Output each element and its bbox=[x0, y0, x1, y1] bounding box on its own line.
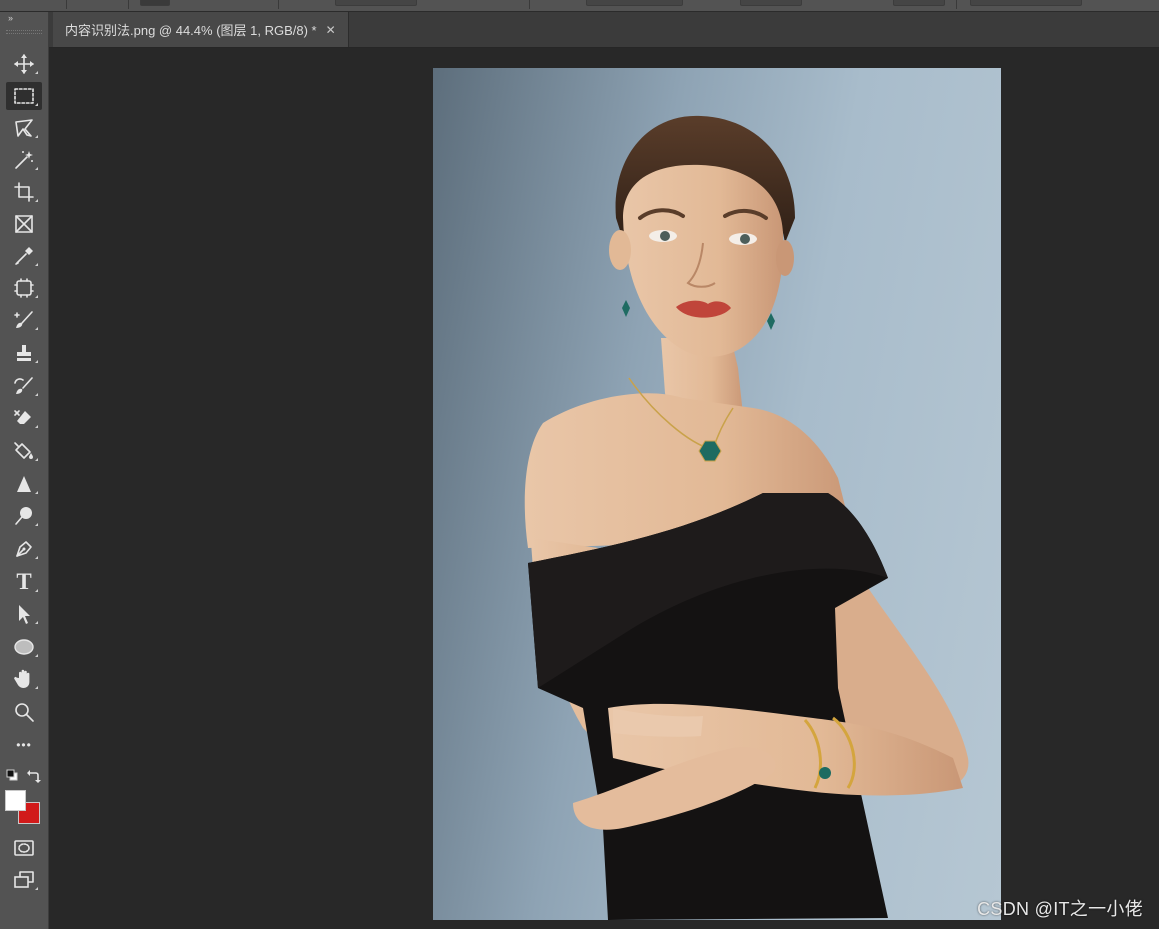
type-icon: T bbox=[16, 569, 32, 594]
magic-wand-icon bbox=[15, 151, 33, 169]
foreground-color-swatch[interactable] bbox=[5, 790, 26, 811]
tool-flyout-indicator bbox=[35, 167, 38, 170]
document-tab[interactable]: 内容识别法.png @ 44.4% (图层 1, RGB/8) * ✕ bbox=[53, 12, 349, 47]
zoom-icon bbox=[15, 703, 34, 722]
options-field[interactable] bbox=[893, 0, 945, 6]
paint-bucket-tool[interactable] bbox=[6, 437, 42, 465]
spot-healing-tool[interactable] bbox=[6, 274, 42, 302]
blur-tool[interactable] bbox=[6, 470, 42, 498]
portrait-photo bbox=[524, 115, 969, 920]
dodge-icon bbox=[15, 507, 32, 525]
tool-flyout-indicator bbox=[35, 327, 38, 330]
options-field[interactable] bbox=[586, 0, 683, 6]
tool-flyout-indicator bbox=[35, 556, 38, 559]
arrow-icon bbox=[19, 605, 30, 624]
clone-stamp-tool[interactable] bbox=[6, 339, 42, 367]
eraser-tool[interactable] bbox=[6, 404, 42, 432]
blur-drop-icon bbox=[17, 476, 31, 492]
path-selection-tool[interactable] bbox=[6, 600, 42, 628]
lasso-tool[interactable] bbox=[6, 114, 42, 142]
rectangular-marquee-tool[interactable] bbox=[6, 82, 42, 110]
move-tool[interactable] bbox=[6, 50, 42, 78]
eraser-icon bbox=[14, 410, 31, 424]
history-brush-tool[interactable] bbox=[6, 372, 42, 400]
tool-flyout-indicator bbox=[35, 360, 38, 363]
tool-flyout-indicator bbox=[35, 621, 38, 624]
options-bar bbox=[0, 0, 1159, 12]
tool-flyout-indicator bbox=[35, 393, 38, 396]
quick-mask-button[interactable] bbox=[6, 834, 42, 862]
pen-tool[interactable] bbox=[6, 535, 42, 563]
tool-flyout-indicator bbox=[35, 887, 38, 890]
crop-tool[interactable] bbox=[6, 178, 42, 206]
document-tab-title: 内容识别法.png @ 44.4% (图层 1, RGB/8) * bbox=[65, 23, 317, 38]
zoom-tool[interactable] bbox=[6, 698, 42, 726]
paint-bucket-icon bbox=[14, 442, 33, 459]
tool-flyout-indicator bbox=[35, 523, 38, 526]
stamp-icon bbox=[17, 345, 31, 361]
photoshop-window: ›› T ••• 内容识别法.png @ 44.4% (图层 1, RGB/8)… bbox=[0, 0, 1159, 929]
lasso-icon bbox=[15, 119, 33, 137]
options-separator bbox=[529, 0, 530, 9]
tool-flyout-indicator bbox=[35, 491, 38, 494]
crop-icon bbox=[14, 182, 34, 202]
collapse-toolbar-icon[interactable]: ›› bbox=[8, 14, 13, 23]
tool-flyout-indicator bbox=[35, 686, 38, 689]
healing-patch-icon bbox=[14, 278, 34, 298]
tool-flyout-indicator bbox=[35, 199, 38, 202]
options-separator bbox=[128, 0, 129, 9]
screen-mode-button[interactable] bbox=[6, 866, 42, 894]
dodge-tool[interactable] bbox=[6, 502, 42, 530]
type-tool[interactable]: T bbox=[6, 568, 42, 596]
eyedropper-tool[interactable] bbox=[6, 242, 42, 270]
toolbar-grip[interactable] bbox=[6, 30, 42, 34]
ellipse-icon bbox=[14, 639, 34, 655]
magic-wand-tool[interactable] bbox=[6, 146, 42, 174]
ellipse-tool[interactable] bbox=[6, 633, 42, 661]
marquee-icon bbox=[14, 88, 34, 104]
options-separator bbox=[66, 0, 67, 9]
canvas-area[interactable]: CSDN @IT之一小佬 bbox=[49, 48, 1159, 929]
tool-flyout-indicator bbox=[35, 71, 38, 74]
tool-flyout-indicator bbox=[35, 103, 38, 106]
edit-toolbar[interactable]: ••• bbox=[6, 731, 42, 759]
pen-icon bbox=[16, 541, 32, 557]
tool-flyout-indicator bbox=[35, 458, 38, 461]
options-field[interactable] bbox=[740, 0, 802, 6]
frame-icon bbox=[15, 215, 33, 233]
frame-tool[interactable] bbox=[6, 210, 42, 238]
eyedropper-icon bbox=[15, 247, 33, 265]
tool-flyout-indicator bbox=[35, 654, 38, 657]
tools-panel: ›› T ••• bbox=[0, 12, 49, 929]
quick-mask-icon bbox=[14, 840, 34, 856]
more-icon: ••• bbox=[16, 738, 32, 752]
tool-flyout-indicator bbox=[35, 425, 38, 428]
default-colors-icon[interactable] bbox=[6, 769, 18, 781]
tool-flyout-indicator bbox=[35, 135, 38, 138]
screen-mode-icon bbox=[14, 871, 34, 888]
brush-icon bbox=[14, 311, 33, 328]
document-tab-bar: 内容识别法.png @ 44.4% (图层 1, RGB/8) * ✕ bbox=[49, 12, 1159, 48]
swap-colors-icon[interactable] bbox=[27, 769, 41, 783]
options-field[interactable] bbox=[970, 0, 1082, 6]
tool-flyout-indicator bbox=[35, 263, 38, 266]
watermark: CSDN @IT之一小佬 bbox=[977, 899, 1143, 919]
options-separator bbox=[956, 0, 957, 9]
history-brush-icon bbox=[14, 377, 33, 394]
close-tab-icon[interactable]: ✕ bbox=[326, 23, 336, 37]
tool-flyout-indicator bbox=[35, 295, 38, 298]
document-canvas-image[interactable] bbox=[433, 68, 1001, 920]
hand-tool[interactable] bbox=[6, 665, 42, 693]
tool-flyout-indicator bbox=[35, 589, 38, 592]
hand-icon bbox=[14, 669, 30, 688]
options-field[interactable] bbox=[335, 0, 417, 6]
options-separator bbox=[278, 0, 279, 9]
options-field[interactable] bbox=[140, 0, 170, 6]
move-icon bbox=[14, 54, 34, 74]
brush-tool[interactable] bbox=[6, 306, 42, 334]
